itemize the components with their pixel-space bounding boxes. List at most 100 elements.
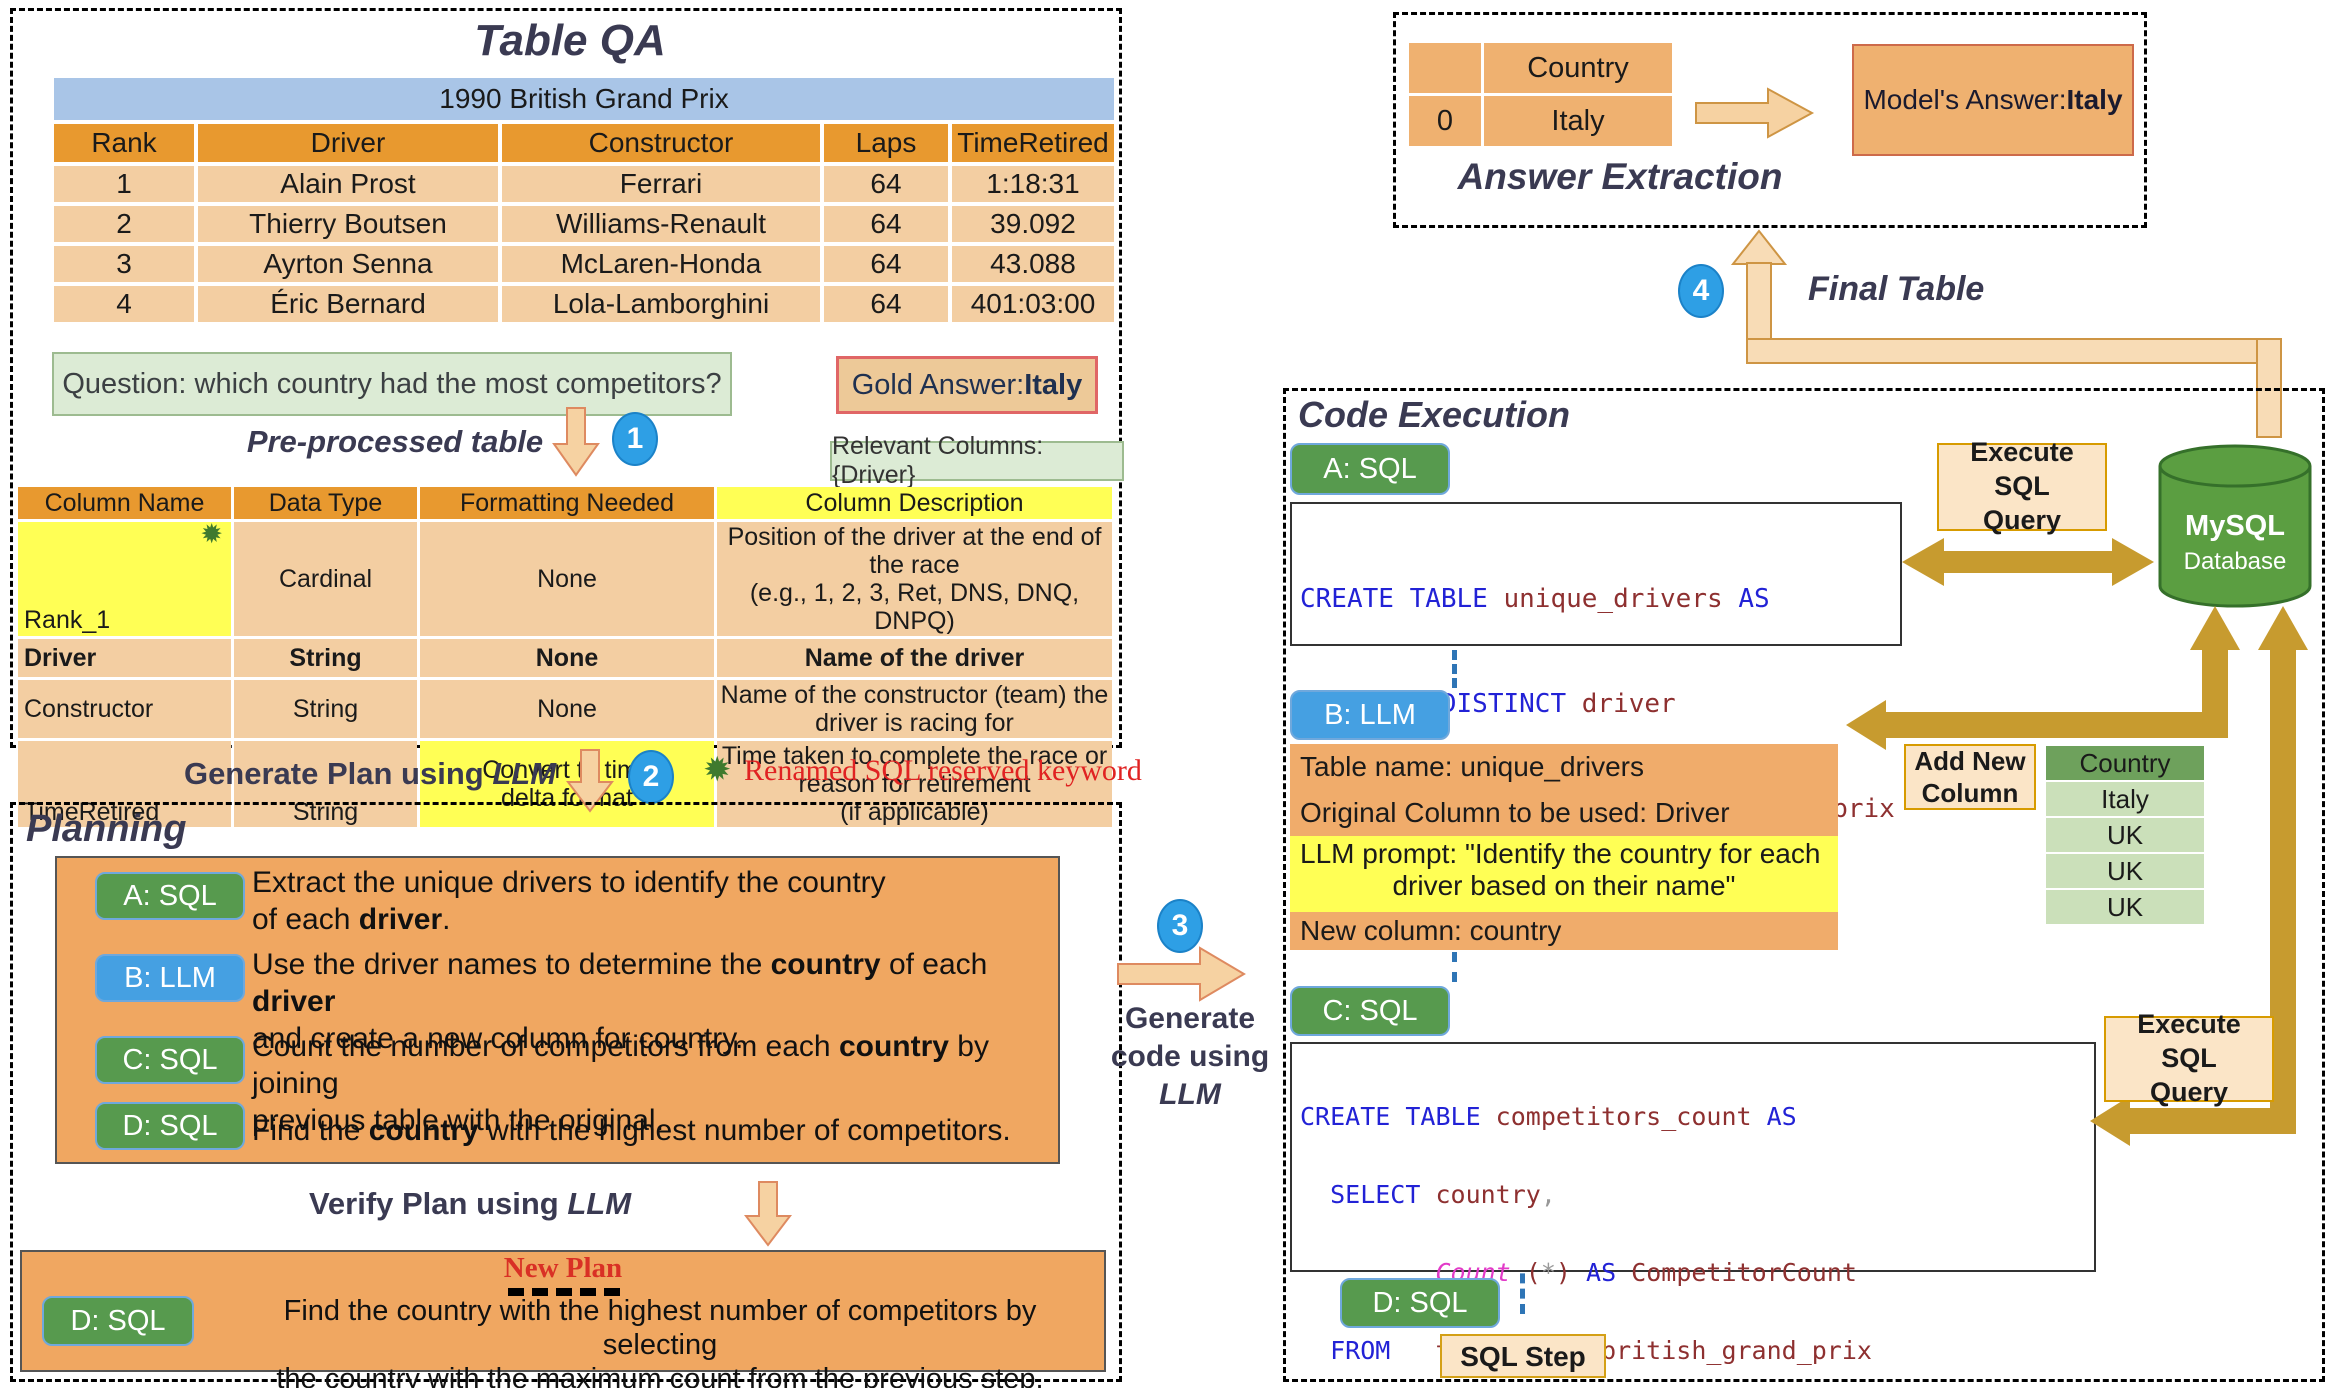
schema-cell-rank1: ✹ Rank_1 [18,522,231,636]
table-row: 0 Italy [1409,96,1672,146]
step-1-badge: 1 [612,412,658,466]
gp-cell: 2 [54,206,194,242]
up-arrowhead-icon [2258,606,2308,650]
answer-extraction-title: Answer Extraction [1410,156,1830,198]
final-table-label: Final Table [1808,270,1984,309]
schema-cell: None [420,639,714,677]
sql-step-box: SQL Step [1440,1334,1606,1378]
new-plan-label: New Plan [20,1252,1106,1285]
table-row: Constructor String None Name of the cons… [18,680,1112,738]
database-label: Database [2152,548,2318,576]
schema-cell: Position of the driver at the end of the… [717,522,1112,636]
country-table: Country Italy UK UK UK [2046,744,2204,926]
plan-step-d-pill: D: SQL [95,1102,245,1150]
flow-dash-b-c [1452,952,1457,982]
gold-answer-value: Italy [1024,369,1082,402]
generate-code-line: code using [1090,1038,1290,1076]
gp-cell: 43.088 [952,246,1114,282]
execute-sql-line: Execute SQL [1939,436,2105,504]
result-table-index: 0 [1409,96,1481,146]
gp-cell: 401:03:00 [952,286,1114,322]
schema-cell: None [420,680,714,738]
gp-cell: 3 [54,246,194,282]
execute-sql-query-box-1: Execute SQL Query [1937,443,2107,531]
country-table-header: Country [2046,746,2204,780]
country-cell: UK [2046,890,2204,924]
schema-header: Formatting Needed [420,487,714,519]
gold-answer-box: Gold Answer: Italy [836,356,1098,414]
up-arrowhead-icon [2190,606,2240,650]
add-new-column-line: Column [1906,777,2034,810]
result-table-value: Italy [1484,96,1672,146]
down-arrow-icon [552,406,600,478]
exec-step-b-pill: B: LLM [1290,690,1450,740]
mysql-label: MySQL [2152,510,2318,543]
grand-prix-banner: 1990 British Grand Prix [54,78,1114,120]
llm-prompt: LLM prompt: "Identify the country for ea… [1290,836,1838,912]
schema-cell-text: Rank_1 [24,606,110,634]
result-table: Country 0 Italy [1406,40,1675,149]
llm-step-box: Table name: unique_drivers Original Colu… [1290,744,1838,950]
execute-sql-line: Execute SQL [2106,1008,2272,1076]
plan-step-b-pill: B: LLM [95,954,245,1002]
gp-cell: 64 [824,166,948,202]
country-cell: UK [2046,818,2204,852]
generate-plan-label: Generate Plan using LLM [170,756,570,792]
result-table-corner [1409,43,1481,93]
verify-plan-label: Verify Plan using LLM [250,1186,690,1222]
schema-desc-line: (e.g., 1, 2, 3, Ret, DNS, DNQ, DNPQ) [718,579,1111,635]
db-to-c-arrow-horizontal [2124,1108,2296,1134]
table-row: 4 Éric Bernard Lola-Lamborghini 64 401:0… [54,286,1114,322]
gp-cell: 1:18:31 [952,166,1114,202]
schema-header-description: Column Description [717,487,1112,519]
llm-new-column: New column: country [1290,912,1838,950]
llm-prompt-line: LLM prompt: "Identify the country for ea… [1290,838,1838,870]
code-line: SELECT country, [1300,1182,2086,1208]
execute-sql-query-box-2: Execute SQL Query [2104,1016,2274,1102]
schema-desc-line: Position of the driver at the end of the… [718,523,1111,579]
table-row: UK [2046,818,2204,852]
gp-header-driver: Driver [198,124,498,162]
schema-cell: None [420,522,714,636]
execute-sql-line: Query [2106,1076,2272,1110]
code-execution-title: Code Execution [1298,394,1570,436]
relevant-columns-box: Relevant Columns: {Driver} [830,441,1124,481]
schema-cell: Constructor [18,680,231,738]
right-arrow-icon [1694,86,1816,140]
add-new-column-box: Add New Column [1904,744,2036,810]
gp-cell: Ayrton Senna [198,246,498,282]
gp-cell: 39.092 [952,206,1114,242]
gp-header-laps: Laps [824,124,948,162]
exec-step-c-pill: C: SQL [1290,986,1450,1036]
add-new-column-line: Add New [1906,745,2034,778]
sql-code-a: CREATE TABLE unique_drivers AS SELECT DI… [1290,502,1902,646]
country-cell: Italy [2046,782,2204,816]
gp-cell: Lola-Lamborghini [502,286,820,322]
double-arrow-icon [1900,534,2156,590]
schema-cell: String [234,639,417,677]
code-line: FROM table_1990_british_grand_prix [1300,1338,2086,1364]
down-arrow-icon [744,1180,792,1248]
table-row: 2 Thierry Boutsen Williams-Renault 64 39… [54,206,1114,242]
legend-star-icon: ✹ [703,750,732,790]
schema-header: Data Type [234,487,417,519]
preprocessed-table-label: Pre-processed table [180,424,610,460]
exec-step-a-pill: A: SQL [1290,443,1450,495]
generate-code-label: Generate code using LLM [1090,1000,1290,1114]
table-row: UK [2046,890,2204,924]
gold-answer-label: Gold Answer: [852,369,1024,402]
right-arrow-icon [1116,944,1248,1004]
country-cell: UK [2046,854,2204,888]
gp-cell: Alain Prost [198,166,498,202]
gp-header-timeretired: TimeRetired [952,124,1114,162]
gp-cell: Thierry Boutsen [198,206,498,242]
llm-table-name: Table name: unique_drivers [1290,744,1838,790]
step-4-badge: 4 [1678,264,1724,318]
db-to-llm-arrow [1882,712,2228,738]
schema-cell: Driver [18,639,231,677]
llm-original-column: Original Column to be used: Driver [1290,790,1838,836]
grand-prix-table: 1990 British Grand Prix Rank Driver Cons… [50,74,1118,326]
final-table-arrow-horizontal [1746,338,2282,364]
schema-cell: Name of the constructor (team) the drive… [717,680,1112,738]
plan-step-d-text: Find the country with the highest number… [252,1112,1052,1149]
